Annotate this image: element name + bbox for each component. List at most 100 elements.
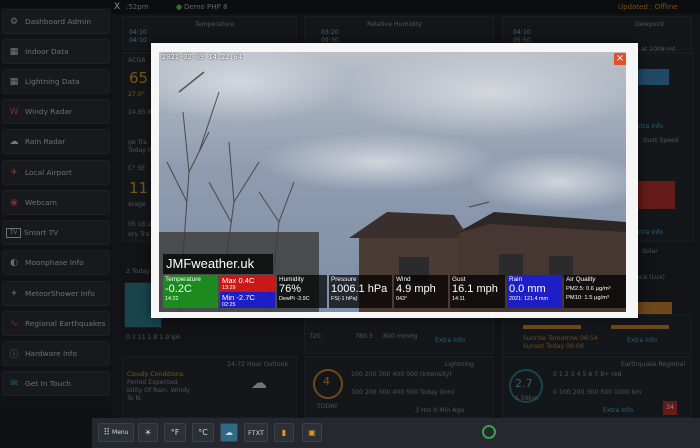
pressure-scale-mid: 780.3 xyxy=(355,333,373,340)
fahrenheit-label: °F xyxy=(170,428,180,437)
dewpoint-value: DewPt -3.9C xyxy=(279,296,310,302)
celsius-button[interactable]: °C xyxy=(192,423,214,442)
rain-value: 0.0 mm xyxy=(509,283,546,295)
humidity-value: 76% xyxy=(279,283,302,295)
sidebar-item-dashboard-admin[interactable]: ⚙ Dashboard Admin xyxy=(2,9,110,34)
sidebar-item-windy-radar[interactable]: W Windy Radar xyxy=(2,99,110,124)
sidebar-item-moonphase-info[interactable]: ◐ Moonphase Info xyxy=(2,250,110,275)
sidebar-item-label: Webcam xyxy=(25,198,57,207)
panel-title: Temperature xyxy=(195,21,235,28)
sidebar-item-label: Lightning Data xyxy=(25,77,80,86)
wind-box: Wind 4.9 mph 043° xyxy=(394,275,448,308)
sidebar-item-indoor-data[interactable]: ▦ Indoor Data xyxy=(2,39,110,64)
max-temp-label: Max 0.4C xyxy=(222,276,255,285)
pressure-box: Pressure 1006.1 hPa FS(-1 hPa) xyxy=(329,275,392,308)
close-icon[interactable]: X xyxy=(114,0,120,14)
outlook-panel: 24-72 Hour Outlook Cloudy Conditions. Pe… xyxy=(122,356,297,418)
min-temp-label: Min -2.7C xyxy=(222,293,255,302)
lightning-count: 4 xyxy=(323,375,330,388)
extra-info-link[interactable]: Extra Info xyxy=(627,337,657,344)
sidebar-item-regional-earthquakes[interactable]: ∿ Regional Earthquakes xyxy=(2,311,110,336)
grid-icon: ⠿ xyxy=(103,427,111,438)
pm25-value: PM2.5: 0.6 µg/m³ xyxy=(566,286,611,292)
eq-magnitude: 2.7 xyxy=(515,377,533,390)
cloud-rain-icon: ☁ xyxy=(251,373,267,392)
updated-status: Updated : Offline xyxy=(618,3,678,11)
extra-info-link[interactable]: Extra Info xyxy=(435,337,465,344)
ftxt-button[interactable]: FTXT xyxy=(244,423,268,442)
tv-icon: TV xyxy=(6,227,21,238)
hum-max-time: 03:20 xyxy=(321,29,339,36)
gust-box: Gust 16.1 mph 14:11 xyxy=(450,275,505,308)
side-label: ory Tra xyxy=(128,231,150,238)
charts-button[interactable]: ▮ xyxy=(274,423,294,442)
sidebar-item-label: Rain Radar xyxy=(25,137,66,146)
webcam-icon: ◉ xyxy=(10,197,18,208)
eq-scale-1: 0 1 2 3 4 5 6 7 8+ red xyxy=(553,371,622,378)
pressure-panel: 720 780.3 800 mmHg Extra Info xyxy=(304,314,494,354)
windy-icon: W xyxy=(9,106,19,117)
temp-max-time: 04:10 xyxy=(129,29,147,36)
cloud-icon: ☁ xyxy=(9,136,19,147)
airplane-icon: ✈ xyxy=(10,167,18,178)
lightning-icon: ▦ xyxy=(9,76,19,87)
sidebar-item-label: Local Airport xyxy=(25,168,72,177)
gust-time: 14:11 xyxy=(452,296,466,302)
dew-max-time: 04:10 xyxy=(513,29,531,36)
calendar-icon: 34 xyxy=(663,401,677,415)
moon-icon: ◐ xyxy=(10,257,18,268)
info-icon: ⓘ xyxy=(9,350,19,360)
air-quality-box: Air Quality PM2.5: 0.6 µg/m³ PM10: 1.5 µ… xyxy=(564,275,626,308)
menu-button[interactable]: ⠿ Menu xyxy=(98,423,134,442)
sidebar-item-smart-tv[interactable]: TV Smart TV xyxy=(2,220,110,245)
sidebar-item-label: Indoor Data xyxy=(25,47,69,56)
sidebar-item-label: Dashboard Admin xyxy=(25,17,91,26)
fahrenheit-button[interactable]: °F xyxy=(164,423,186,442)
sidebar-item-label: Windy Radar xyxy=(25,107,73,116)
temp-time: 14:22 xyxy=(165,296,179,302)
sidebar-item-webcam[interactable]: ◉ Webcam xyxy=(2,190,110,215)
temp-label: Temperature xyxy=(165,276,201,283)
earthquake-panel: Earthquake Regional 2.7 5.56km 0 1 2 3 4… xyxy=(502,356,692,418)
rain-label: Rain xyxy=(509,276,523,283)
sidebar-item-label: Hardware Info xyxy=(25,349,78,358)
sunrise-text: Sunrise Tomorrow 06:54 xyxy=(523,335,598,342)
outlook-line: bility Of Rain. Windy xyxy=(127,387,190,394)
menu-label: Menu xyxy=(112,429,129,436)
close-button[interactable]: × xyxy=(614,53,626,65)
pressure-value: 1006.1 hPa xyxy=(331,283,388,295)
big-wind-value: 11 xyxy=(129,179,149,197)
sidebar-item-label: Smart TV xyxy=(24,228,59,237)
theme-toggle-button[interactable]: ☀ xyxy=(138,423,158,442)
ftxt-label: FTXT xyxy=(248,428,264,437)
weather-button[interactable]: ☁ xyxy=(220,423,238,442)
uv-title: face (Lux) xyxy=(634,274,665,281)
rain-scale: 0.7 11 1.8 1.9 iph xyxy=(126,334,181,341)
sidebar-item-get-in-touch[interactable]: ✉ Get In Touch xyxy=(2,371,110,396)
extra-info-link[interactable]: Extra Info xyxy=(603,407,633,414)
bar-chart-icon: ▮ xyxy=(281,428,287,437)
solar-title: Solar xyxy=(642,248,658,255)
panel-title: Relative Humidity xyxy=(367,21,422,28)
rain-box: Rain 0.0 mm 2021: 121.4 mm xyxy=(507,275,562,308)
outlook-title: 24-72 Hour Outlook xyxy=(227,361,288,368)
pressure-trend: FS(-1 hPa) xyxy=(331,296,358,302)
lightning-today: TODAY xyxy=(317,403,338,410)
calendar-button[interactable]: ▣ xyxy=(302,423,322,442)
sidebar-item-hardware-info[interactable]: ⓘ Hardware Info xyxy=(2,341,110,366)
dew-badge xyxy=(633,69,669,85)
sidebar-item-lightning-data[interactable]: ▦ Lightning Data xyxy=(2,69,110,94)
sidebar-item-rain-radar[interactable]: ☁ Rain Radar xyxy=(2,129,110,154)
big-temp-value: 65 xyxy=(129,69,149,87)
side-label: 24.65.8 xyxy=(128,109,152,116)
earthquake-icon: ∿ xyxy=(10,318,18,329)
sidebar-item-local-airport[interactable]: ✈ Local Airport xyxy=(2,160,110,185)
refresh-icon[interactable] xyxy=(482,425,496,439)
temp-min-time: 04:10 xyxy=(129,37,147,44)
air-quality-label: Air Quality xyxy=(566,276,596,283)
sidebar-item-label: Regional Earthquakes xyxy=(25,319,106,328)
rain-year-total: 2021: 121.4 mm xyxy=(509,296,548,302)
wind-value: 4.9 mph xyxy=(396,283,436,295)
sidebar-item-meteorshower-info[interactable]: ✦ MeteorShower Info xyxy=(2,281,110,306)
eq-title: Earthquake Regional xyxy=(621,361,686,368)
